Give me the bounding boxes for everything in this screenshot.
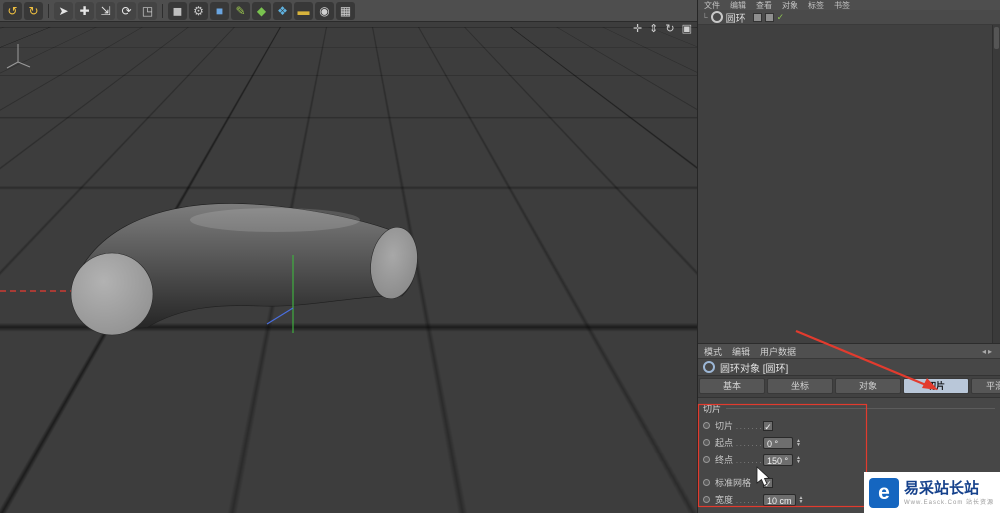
om-menu-item[interactable]: 书签 bbox=[834, 0, 850, 10]
attribute-title: 圆环对象 [圆环] bbox=[720, 363, 789, 375]
layer-square-icon[interactable] bbox=[752, 12, 762, 22]
leader-dots: . . . . . . bbox=[736, 498, 758, 505]
torus-object-icon-small bbox=[703, 361, 715, 373]
toolbar-divider bbox=[48, 3, 49, 18]
attribute-title-row: 圆环对象 [圆环] bbox=[698, 359, 1000, 375]
object-manager-menu: 文件 编辑 查看 对象 标签 书签 bbox=[698, 0, 1000, 10]
render-settings-icon[interactable]: ⚙ bbox=[189, 1, 208, 20]
stepper-icon[interactable]: ▲ ▼ bbox=[796, 438, 801, 447]
om-menu-item[interactable]: 文件 bbox=[704, 0, 720, 10]
attr-menu-item[interactable]: 模式 bbox=[704, 345, 722, 358]
top-toolbar: ↺ ↻ ➤ ✚ ⇲ ⟳ ◳ ◼ ⚙ ■ ✎ ◆ ❖ ▬ ◉ ▦ bbox=[0, 0, 697, 22]
viewport-3d[interactable]: ✛ ⇕ ↻ ▣ bbox=[0, 22, 697, 513]
om-menu-item[interactable]: 编辑 bbox=[730, 0, 746, 10]
rotate-tool-icon[interactable]: ⟳ bbox=[117, 1, 136, 20]
torus-object-icon bbox=[710, 11, 723, 23]
end-input[interactable]: 150 ° bbox=[763, 453, 793, 466]
redo-icon[interactable]: ↻ bbox=[24, 1, 43, 20]
branch-icon: └ bbox=[702, 12, 708, 22]
om-menu-item[interactable]: 查看 bbox=[756, 0, 772, 10]
regular_grid-checkbox[interactable]: ✓ bbox=[763, 477, 773, 489]
watermark: e 易采站长站 Www.Easck.Com 站长资源 bbox=[864, 472, 1000, 513]
field-label: 起点 bbox=[715, 438, 734, 448]
render-view-icon[interactable]: ◼ bbox=[168, 1, 187, 20]
field-label: 宽度 bbox=[715, 495, 734, 505]
select-tool-icon[interactable]: ➤ bbox=[54, 1, 73, 20]
anim-dot-icon[interactable] bbox=[703, 422, 710, 429]
watermark-logo-icon: e bbox=[869, 477, 899, 508]
field-label-zone: 终点. . . . . . . bbox=[715, 453, 763, 466]
undo-icon[interactable]: ↺ bbox=[3, 1, 22, 20]
om-menu-item[interactable]: 标签 bbox=[808, 0, 824, 10]
attr-tabs: 基本坐标对象切片平滑着色 bbox=[698, 375, 1000, 398]
anim-dot-icon[interactable] bbox=[703, 496, 710, 503]
viewport-pan-icon[interactable]: ✛ bbox=[633, 23, 642, 36]
object-name[interactable]: 圆环 bbox=[726, 10, 746, 25]
stepper-icon[interactable]: ▲ ▼ bbox=[796, 455, 801, 464]
right-panel: 文件 编辑 查看 对象 标签 书签 └ 圆环 ✓ 模式 编辑 用户数据 ◂▸ 圆环对象 [圆环… bbox=[697, 0, 1000, 513]
attr-row-slice: 切片. . . . . . . ✓ bbox=[698, 417, 1000, 434]
environment-icon[interactable]: ▬ bbox=[294, 1, 313, 20]
generator-icon[interactable]: ◆ bbox=[252, 1, 271, 20]
anim-dot-icon[interactable] bbox=[703, 479, 710, 486]
tab-基本[interactable]: 基本 bbox=[699, 378, 765, 394]
leader-dots: . . . . . . . bbox=[736, 424, 762, 431]
primitive-cube-icon[interactable]: ■ bbox=[210, 1, 229, 20]
field-label-zone: 标准网格 bbox=[715, 476, 763, 489]
coordinate-system-icon[interactable]: ◳ bbox=[138, 1, 157, 20]
z-axis-line bbox=[266, 307, 294, 325]
anim-dot-icon[interactable] bbox=[703, 439, 710, 446]
tab-坐标[interactable]: 坐标 bbox=[767, 378, 833, 394]
field-label-zone: 切片. . . . . . . bbox=[715, 419, 763, 432]
field-label: 切片 bbox=[715, 421, 734, 431]
tab-对象[interactable]: 对象 bbox=[835, 378, 901, 394]
spline-pen-icon[interactable]: ✎ bbox=[231, 1, 250, 20]
tab-平滑着色[interactable]: 平滑着色 bbox=[971, 378, 1000, 394]
object-row-torus[interactable]: └ 圆环 ✓ bbox=[698, 10, 1000, 25]
attr-menu-item[interactable]: 用户数据 bbox=[760, 345, 796, 358]
anim-dot-icon[interactable] bbox=[703, 456, 710, 463]
torus-object[interactable] bbox=[0, 22, 697, 513]
field-label-zone: 宽度. . . . . . bbox=[715, 493, 763, 506]
camera-icon[interactable]: ◉ bbox=[315, 1, 334, 20]
axis-gizmo-icon bbox=[6, 44, 31, 69]
attr-row-end: 终点. . . . . . . 150 ° ▲ ▼ bbox=[698, 451, 1000, 468]
viewport-zoom-icon[interactable]: ⇕ bbox=[649, 23, 658, 36]
cinema4d-window: ↺ ↻ ➤ ✚ ⇲ ⟳ ◳ ◼ ⚙ ■ ✎ ◆ ❖ ▬ ◉ ▦ ✛ ⇕ ↻ ▣ … bbox=[0, 0, 1000, 513]
start-input[interactable]: 0 ° bbox=[763, 436, 793, 449]
section-label: 切片 bbox=[703, 403, 722, 414]
object-state-icons: ✓ bbox=[752, 12, 785, 22]
watermark-title: 易采站长站 bbox=[904, 479, 980, 497]
scale-tool-icon[interactable]: ⇲ bbox=[96, 1, 115, 20]
move-tool-icon[interactable]: ✚ bbox=[75, 1, 94, 20]
attr-menu-item[interactable]: 编辑 bbox=[732, 345, 750, 358]
attr-row-start: 起点. . . . . . .0 ° ▲ ▼ bbox=[698, 434, 1000, 451]
tab-切片[interactable]: 切片 bbox=[903, 378, 969, 394]
object-manager-scrollbar[interactable] bbox=[992, 25, 1000, 343]
leader-dots: . . . . . . . bbox=[736, 458, 762, 465]
viewport-rotate-icon[interactable]: ↻ bbox=[665, 23, 674, 36]
toolbar-divider bbox=[162, 3, 163, 18]
visibility-square-icon[interactable] bbox=[764, 12, 774, 22]
leader-dots: . . . . . . . bbox=[736, 441, 762, 448]
deformer-icon[interactable]: ❖ bbox=[273, 1, 292, 20]
watermark-subtitle: Www.Easck.Com 站长资源 bbox=[904, 499, 995, 506]
stepper-icon[interactable]: ▲ ▼ bbox=[799, 495, 804, 504]
panel-nav-icons[interactable]: ◂▸ bbox=[982, 347, 994, 356]
viewport-maximize-icon[interactable]: ▣ bbox=[682, 23, 692, 36]
display-mode-icon[interactable]: ▦ bbox=[336, 1, 355, 20]
field-label: 终点 bbox=[715, 455, 734, 465]
field-label: 标准网格 bbox=[715, 478, 752, 488]
om-menu-item[interactable]: 对象 bbox=[782, 0, 798, 10]
field-label-zone: 起点. . . . . . . bbox=[715, 436, 763, 449]
slice-section-header: 切片 bbox=[698, 402, 1000, 414]
object-manager-empty-area[interactable] bbox=[698, 25, 1000, 343]
torus-left-cap bbox=[70, 252, 154, 336]
attribute-manager-menu: 模式 编辑 用户数据 ◂▸ bbox=[698, 343, 1000, 359]
enabled-check-icon[interactable]: ✓ bbox=[777, 12, 785, 22]
width-input[interactable]: 10 cm bbox=[763, 493, 796, 506]
viewport-nav: ✛ ⇕ ↻ ▣ bbox=[633, 23, 692, 36]
slice-checkbox[interactable]: ✓ bbox=[763, 420, 773, 432]
